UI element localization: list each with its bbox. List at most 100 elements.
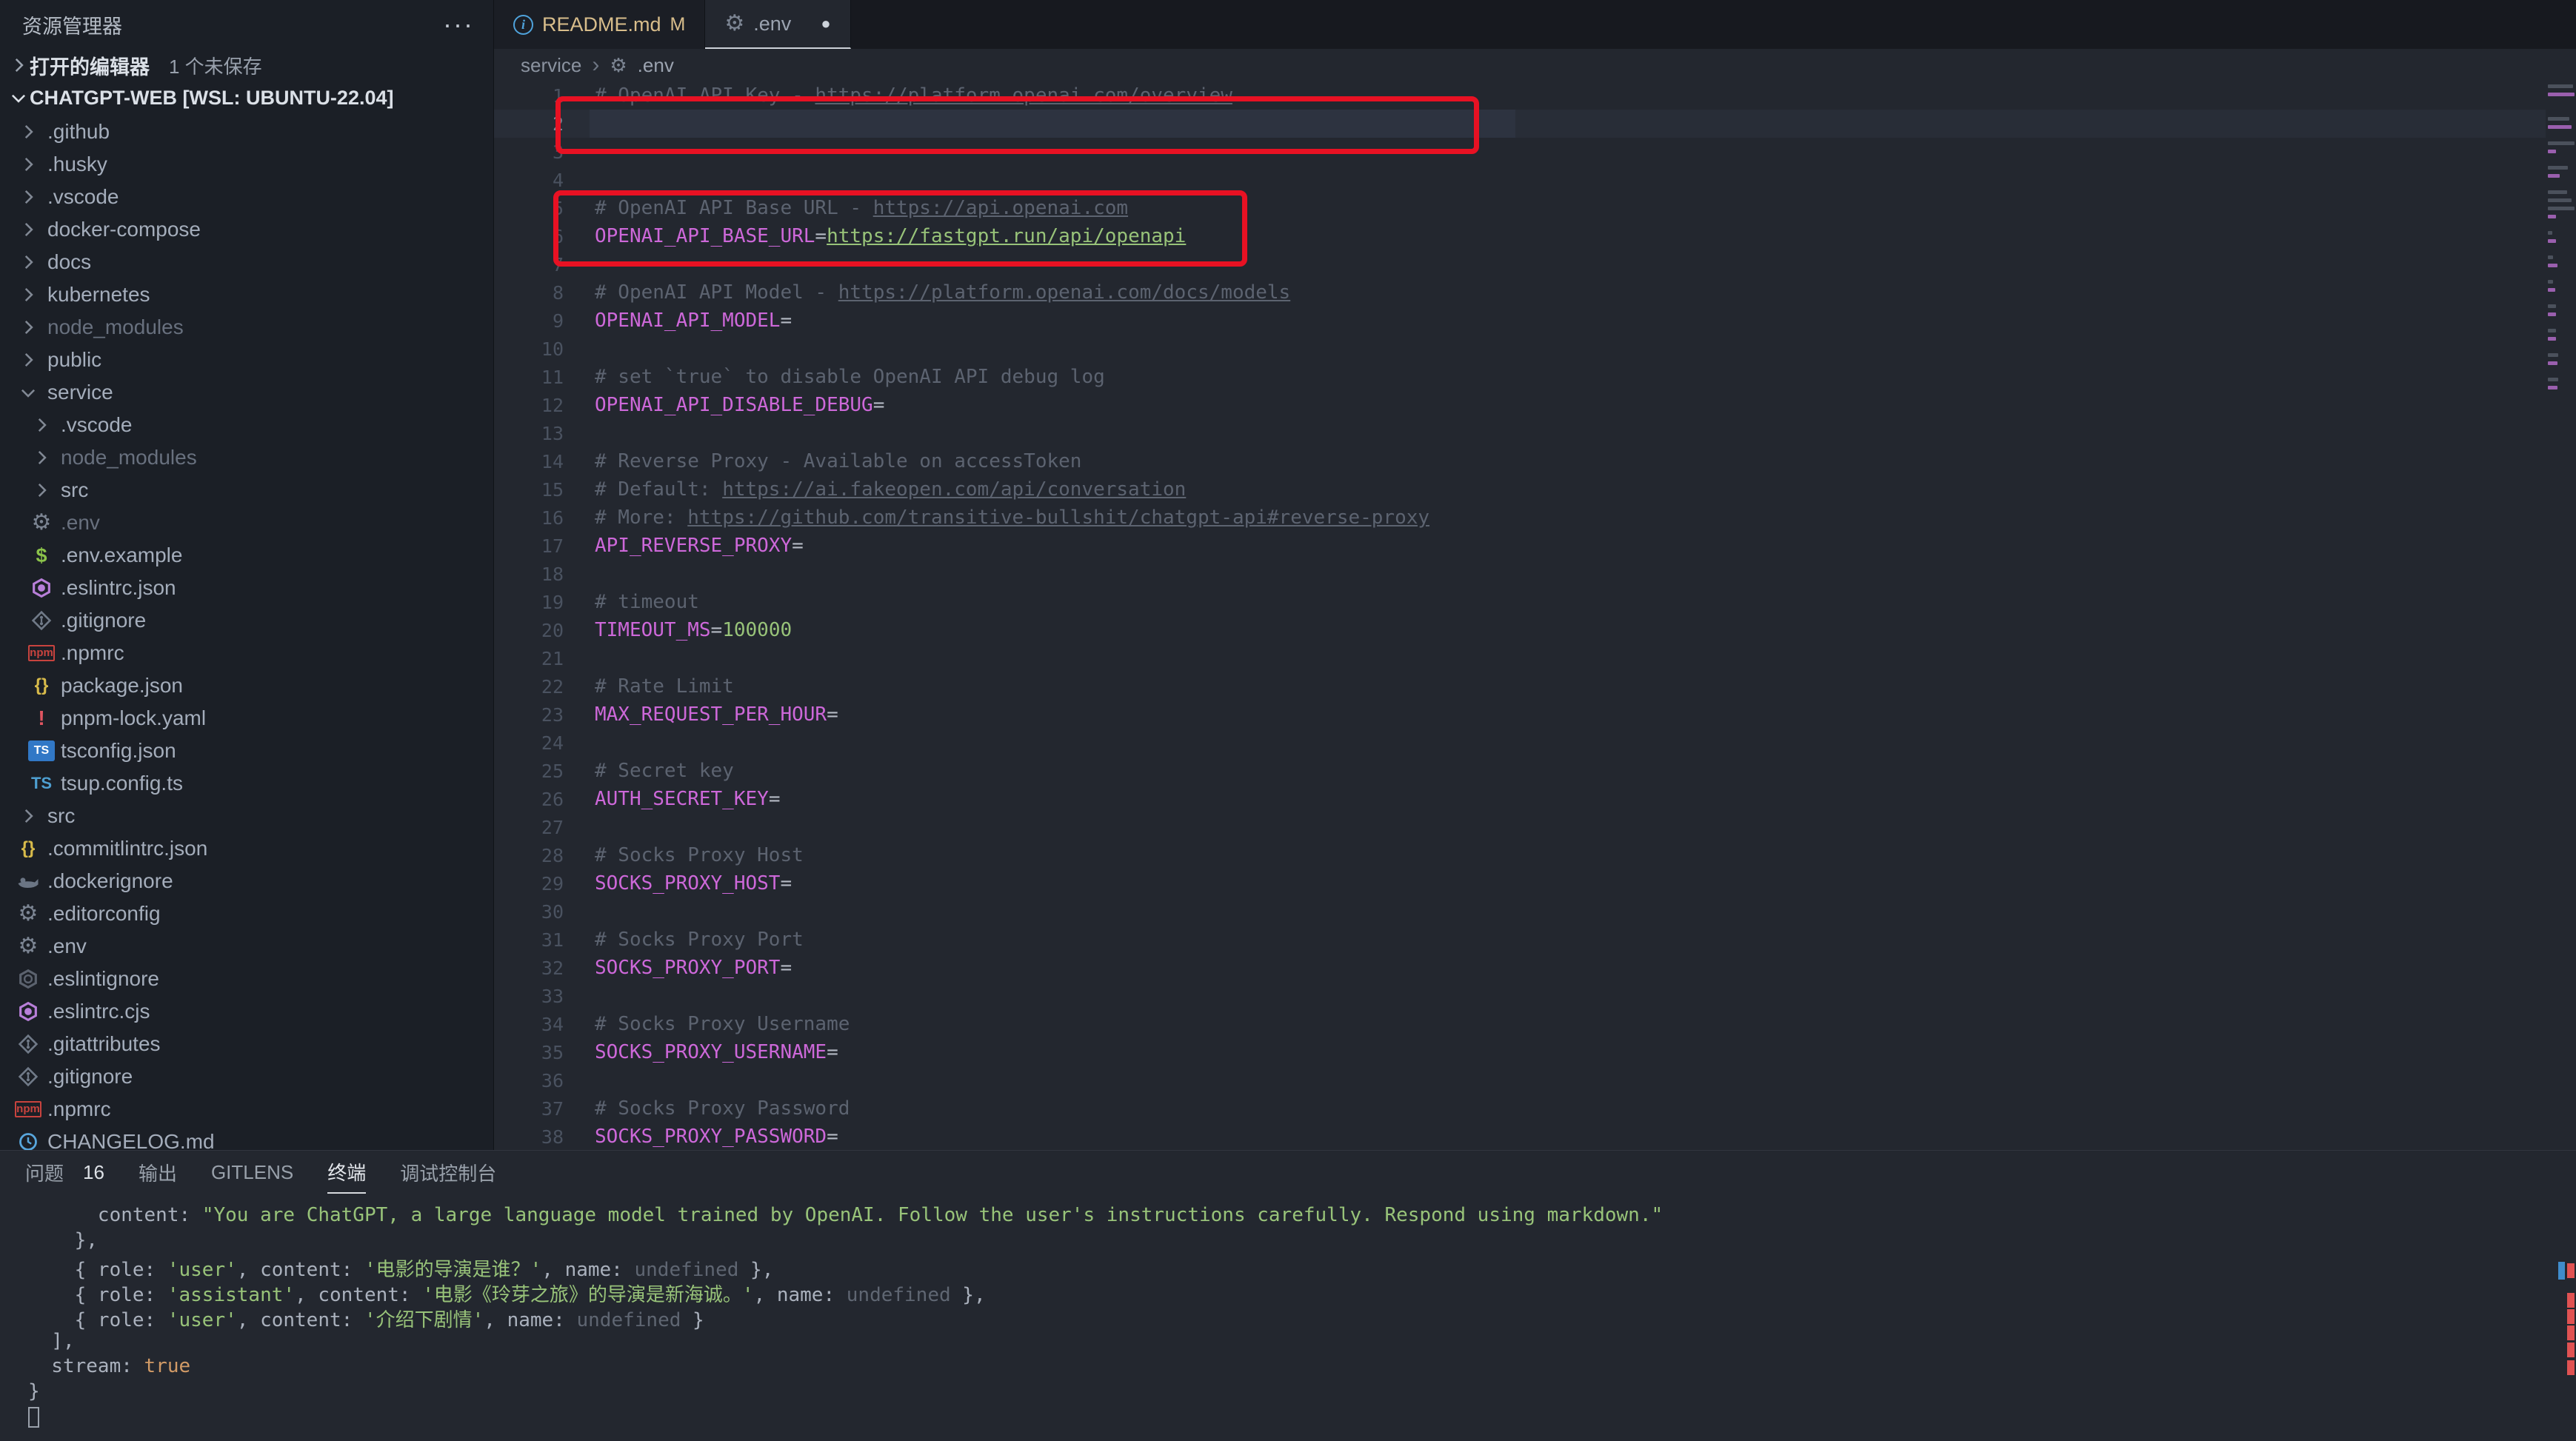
code-line-12[interactable]: 12OPENAI_API_DISABLE_DEBUG= bbox=[494, 391, 2576, 419]
tree-item-.npmrc[interactable]: npm.npmrc bbox=[0, 637, 493, 669]
tree-item-tsup.config.ts[interactable]: TStsup.config.ts bbox=[0, 767, 493, 800]
code-line-30[interactable]: 30 bbox=[494, 897, 2576, 926]
git-icon bbox=[15, 1034, 41, 1054]
tree-item-.eslintignore[interactable]: .eslintignore bbox=[0, 963, 493, 995]
panel-tab-problems[interactable]: 问题16 bbox=[25, 1151, 104, 1194]
code-line-2[interactable]: 2OPENAI_API_KEY=fastgpt-y6b3axfbdd5wyp01… bbox=[494, 110, 2576, 138]
code-line-5[interactable]: 5# OpenAI API Base URL - https://api.ope… bbox=[494, 194, 2576, 222]
code-line-26[interactable]: 26AUTH_SECRET_KEY= bbox=[494, 785, 2576, 813]
tree-item-.env[interactable]: ⚙.env bbox=[0, 506, 493, 539]
code-line-7[interactable]: 7 bbox=[494, 250, 2576, 278]
tree-item-label: service bbox=[47, 381, 113, 404]
code-text: # OpenAI API Model - https://platform.op… bbox=[595, 281, 1290, 304]
tree-item-.env.example[interactable]: $.env.example bbox=[0, 539, 493, 572]
code-line-33[interactable]: 33 bbox=[494, 982, 2576, 1010]
code-line-6[interactable]: 6OPENAI_API_BASE_URL=https://fastgpt.run… bbox=[494, 222, 2576, 250]
code-line-25[interactable]: 25# Secret key bbox=[494, 757, 2576, 785]
tree-item-.eslintrc.json[interactable]: .eslintrc.json bbox=[0, 572, 493, 604]
breadcrumb-folder[interactable]: service bbox=[521, 54, 581, 77]
tree-item-.eslintrc.cjs[interactable]: .eslintrc.cjs bbox=[0, 995, 493, 1028]
code-line-1[interactable]: 1# OpenAI API Key - https://platform.ope… bbox=[494, 81, 2576, 110]
tree-item-src[interactable]: src bbox=[0, 474, 493, 506]
tab-env[interactable]: ⚙ .env ● bbox=[705, 0, 850, 49]
tree-item-.dockerignore[interactable]: .dockerignore bbox=[0, 865, 493, 897]
tree-item-docs[interactable]: docs bbox=[0, 246, 493, 278]
code-line-13[interactable]: 13 bbox=[494, 419, 2576, 447]
panel-tab-debug-console[interactable]: 调试控制台 bbox=[400, 1151, 496, 1194]
code-line-38[interactable]: 38SOCKS_PROXY_PASSWORD= bbox=[494, 1123, 2576, 1151]
scrollbar-error-mark bbox=[2567, 1309, 2575, 1324]
tree-item-.gitattributes[interactable]: .gitattributes bbox=[0, 1028, 493, 1060]
minimap-line-mark bbox=[2548, 288, 2555, 292]
panel-tab-label: 问题 bbox=[25, 1159, 64, 1186]
tree-item-package.json[interactable]: {}package.json bbox=[0, 669, 493, 702]
terminal[interactable]: content: "You are ChatGPT, a large langu… bbox=[0, 1194, 2576, 1431]
workspace-root[interactable]: CHATGPT-WEB [WSL: UBUNTU-22.04] bbox=[0, 81, 493, 114]
tree-item-node_modules[interactable]: node_modules bbox=[0, 441, 493, 474]
tree-item-src[interactable]: src bbox=[0, 800, 493, 832]
code-line-37[interactable]: 37# Socks Proxy Password bbox=[494, 1094, 2576, 1123]
tree-item-.gitignore[interactable]: .gitignore bbox=[0, 604, 493, 637]
open-editors-section[interactable]: 打开的编辑器 1 个未保存 bbox=[0, 49, 493, 81]
code-line-18[interactable]: 18 bbox=[494, 560, 2576, 588]
gear-icon: ⚙ bbox=[28, 512, 55, 534]
panel-tab-terminal[interactable]: 终端 bbox=[327, 1151, 366, 1194]
tree-item-.editorconfig[interactable]: ⚙.editorconfig bbox=[0, 897, 493, 930]
tree-item-label: docker-compose bbox=[47, 218, 201, 241]
code-line-11[interactable]: 11# set `true` to disable OpenAI API deb… bbox=[494, 363, 2576, 391]
code-line-15[interactable]: 15# Default: https://ai.fakeopen.com/api… bbox=[494, 475, 2576, 504]
tree-item-label: .vscode bbox=[47, 185, 119, 209]
tree-item-.commitlintrc.json[interactable]: {}.commitlintrc.json bbox=[0, 832, 493, 865]
code-line-23[interactable]: 23MAX_REQUEST_PER_HOUR= bbox=[494, 701, 2576, 729]
git-icon bbox=[28, 610, 55, 631]
breadcrumb-file[interactable]: .env bbox=[638, 54, 674, 77]
tree-item-tsconfig.json[interactable]: TStsconfig.json bbox=[0, 735, 493, 767]
more-actions-icon[interactable]: ··· bbox=[443, 9, 474, 40]
tab-readme[interactable]: i README.md M bbox=[494, 0, 705, 49]
tree-item-.env[interactable]: ⚙.env bbox=[0, 930, 493, 963]
line-number: 10 bbox=[494, 338, 564, 360]
code-line-20[interactable]: 20TIMEOUT_MS=100000 bbox=[494, 616, 2576, 644]
code-line-32[interactable]: 32SOCKS_PROXY_PORT= bbox=[494, 954, 2576, 982]
tree-item-.npmrc[interactable]: npm.npmrc bbox=[0, 1093, 493, 1126]
tree-item-pnpm-lock.yaml[interactable]: !pnpm-lock.yaml bbox=[0, 702, 493, 735]
code-editor[interactable]: 1# OpenAI API Key - https://platform.ope… bbox=[494, 81, 2576, 1151]
code-line-9[interactable]: 9OPENAI_API_MODEL= bbox=[494, 307, 2576, 335]
tree-item-service[interactable]: service bbox=[0, 376, 493, 409]
code-line-28[interactable]: 28# Socks Proxy Host bbox=[494, 841, 2576, 869]
code-line-35[interactable]: 35SOCKS_PROXY_USERNAME= bbox=[494, 1038, 2576, 1066]
tree-item-kubernetes[interactable]: kubernetes bbox=[0, 278, 493, 311]
unsaved-dot-icon[interactable]: ● bbox=[821, 14, 830, 33]
code-line-22[interactable]: 22# Rate Limit bbox=[494, 672, 2576, 701]
minimap[interactable] bbox=[2546, 81, 2576, 1151]
code-line-8[interactable]: 8# OpenAI API Model - https://platform.o… bbox=[494, 278, 2576, 307]
tree-item-public[interactable]: public bbox=[0, 344, 493, 376]
minimap-line-mark bbox=[2548, 190, 2567, 194]
code-line-36[interactable]: 36 bbox=[494, 1066, 2576, 1094]
tree-item-.github[interactable]: .github bbox=[0, 116, 493, 148]
tree-item-docker-compose[interactable]: docker-compose bbox=[0, 213, 493, 246]
tree-item-.gitignore[interactable]: .gitignore bbox=[0, 1060, 493, 1093]
info-icon: i bbox=[513, 15, 533, 35]
current-line-band bbox=[590, 110, 1515, 138]
code-line-17[interactable]: 17API_REVERSE_PROXY= bbox=[494, 532, 2576, 560]
code-line-14[interactable]: 14# Reverse Proxy - Available on accessT… bbox=[494, 447, 2576, 475]
tree-item-label: .eslintrc.cjs bbox=[47, 1000, 150, 1023]
tree-item-.husky[interactable]: .husky bbox=[0, 148, 493, 181]
code-line-10[interactable]: 10 bbox=[494, 335, 2576, 363]
code-line-24[interactable]: 24 bbox=[494, 729, 2576, 757]
code-line-3[interactable]: 3 bbox=[494, 138, 2576, 166]
tree-item-.vscode[interactable]: .vscode bbox=[0, 409, 493, 441]
code-line-29[interactable]: 29SOCKS_PROXY_HOST= bbox=[494, 869, 2576, 897]
code-line-31[interactable]: 31# Socks Proxy Port bbox=[494, 926, 2576, 954]
code-line-21[interactable]: 21 bbox=[494, 644, 2576, 672]
code-line-16[interactable]: 16# More: https://github.com/transitive-… bbox=[494, 504, 2576, 532]
code-line-27[interactable]: 27 bbox=[494, 813, 2576, 841]
tree-item-node_modules[interactable]: node_modules bbox=[0, 311, 493, 344]
panel-tab-gitlens[interactable]: GITLENS bbox=[211, 1151, 293, 1194]
code-line-34[interactable]: 34# Socks Proxy Username bbox=[494, 1010, 2576, 1038]
code-line-19[interactable]: 19# timeout bbox=[494, 588, 2576, 616]
tree-item-.vscode[interactable]: .vscode bbox=[0, 181, 493, 213]
code-line-4[interactable]: 4 bbox=[494, 166, 2576, 194]
panel-tab-output[interactable]: 输出 bbox=[139, 1151, 177, 1194]
